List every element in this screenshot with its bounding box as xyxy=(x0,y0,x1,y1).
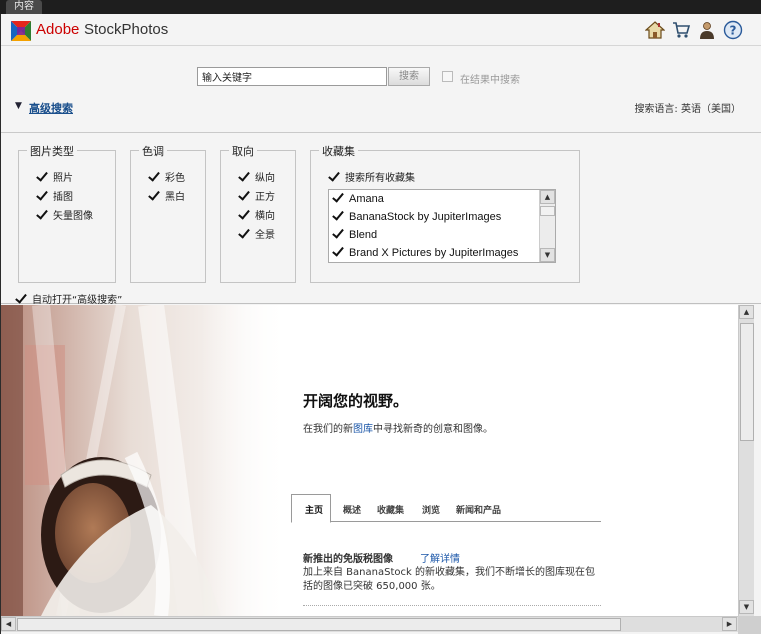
auto-open-advanced-option[interactable]: 自动打开“高级搜索” xyxy=(15,291,122,306)
learn-more-link[interactable]: 了解详情 xyxy=(420,550,460,565)
check-icon[interactable] xyxy=(15,293,27,305)
logo-mark-icon xyxy=(11,21,31,41)
collections-list[interactable]: Amana BananaStock by JupiterImages Blend… xyxy=(328,189,556,263)
tab-home[interactable]: 主页 xyxy=(305,503,323,516)
option-photo[interactable]: 照片 xyxy=(36,169,73,184)
scroll-right-icon[interactable]: ▶ xyxy=(722,617,737,631)
content-tabs: 主页 概述 收藏集 浏览 新闻和产品 xyxy=(291,492,601,523)
option-color[interactable]: 彩色 xyxy=(148,169,185,184)
tab-content[interactable]: 内容 xyxy=(6,0,42,14)
check-icon[interactable] xyxy=(36,171,48,183)
scroll-thumb[interactable] xyxy=(740,323,754,441)
hero-photo xyxy=(1,305,289,616)
orientation-group: 取向 纵向 正方 横向 全景 xyxy=(220,143,296,283)
scrollbar-corner xyxy=(738,616,761,634)
option-bw[interactable]: 黑白 xyxy=(148,188,185,203)
home-icon[interactable] xyxy=(645,20,665,40)
header-bar: Adobe StockPhotos ? xyxy=(1,14,761,46)
group-title: 图片类型 xyxy=(27,143,77,159)
check-icon[interactable] xyxy=(332,228,344,240)
check-icon[interactable] xyxy=(148,190,160,202)
option-panorama[interactable]: 全景 xyxy=(238,226,275,241)
list-scrollbar[interactable]: ▲ ▼ xyxy=(539,190,555,262)
option-illustration[interactable]: 插图 xyxy=(36,188,73,203)
check-icon[interactable] xyxy=(238,209,250,221)
scroll-down-icon[interactable]: ▼ xyxy=(540,248,555,262)
search-language-label: 搜索语言: 英语（美国） xyxy=(634,104,741,115)
subtitle: 在我们的新图库中寻找新奇的创意和图像。 xyxy=(303,420,493,435)
subtitle-text: 中寻找新奇的创意和图像。 xyxy=(373,424,493,435)
check-icon[interactable] xyxy=(238,228,250,240)
search-button[interactable]: 搜索 xyxy=(388,67,430,86)
check-icon[interactable] xyxy=(148,171,160,183)
news-body: 加上来自 BananaStock 的新收藏集，我们不断增长的图库现在包括的图像已… xyxy=(303,567,595,592)
content-area: 开阔您的视野。 在我们的新图库中寻找新奇的创意和图像。 主页 概述 收藏集 浏览… xyxy=(1,305,738,616)
svg-text:?: ? xyxy=(730,24,737,38)
vertical-scrollbar[interactable]: ▲ ▼ xyxy=(738,305,754,616)
image-type-group: 图片类型 照片 插图 矢量图像 xyxy=(18,143,116,283)
user-icon[interactable] xyxy=(697,20,717,40)
tab-browse[interactable]: 浏览 xyxy=(422,503,440,516)
group-title: 色调 xyxy=(139,143,167,159)
cart-icon[interactable] xyxy=(671,20,691,40)
group-title: 取向 xyxy=(229,143,257,159)
gallery-link[interactable]: 图库 xyxy=(353,424,373,435)
scroll-thumb[interactable] xyxy=(17,618,621,631)
check-icon[interactable] xyxy=(332,210,344,222)
scroll-left-icon[interactable]: ◀ xyxy=(1,617,16,631)
news-title: 新推出的免版税图像 xyxy=(303,554,393,565)
scroll-thumb[interactable] xyxy=(540,206,555,216)
list-item[interactable]: BananaStock by JupiterImages xyxy=(329,208,555,226)
subtitle-text: 在我们的新 xyxy=(303,424,353,435)
check-icon[interactable] xyxy=(332,192,344,204)
tab-overview[interactable]: 概述 xyxy=(343,503,361,516)
option-all-collections[interactable]: 搜索所有收藏集 xyxy=(328,169,415,184)
search-input[interactable] xyxy=(197,67,387,86)
brand-adobe: Adobe xyxy=(36,21,80,38)
list-item[interactable]: Amana xyxy=(329,190,555,208)
option-vector[interactable]: 矢量图像 xyxy=(36,207,93,222)
scroll-up-icon[interactable]: ▲ xyxy=(739,305,754,319)
horizontal-scrollbar[interactable]: ◀ ▶ xyxy=(1,616,738,632)
list-item[interactable]: Blend xyxy=(329,226,555,244)
group-title: 收藏集 xyxy=(319,143,358,159)
check-icon[interactable] xyxy=(238,190,250,202)
check-icon[interactable] xyxy=(332,246,344,258)
scroll-up-icon[interactable]: ▲ xyxy=(540,190,555,204)
search-within-checkbox[interactable] xyxy=(442,71,453,82)
collapse-arrow-icon[interactable]: ▼ xyxy=(15,101,22,111)
color-group: 色调 彩色 黑白 xyxy=(130,143,206,283)
advanced-search-link[interactable]: 高级搜索 xyxy=(29,100,73,116)
divider xyxy=(303,605,601,606)
page-title: 开阔您的视野。 xyxy=(303,392,409,410)
check-icon[interactable] xyxy=(36,190,48,202)
option-portrait[interactable]: 纵向 xyxy=(238,169,275,184)
check-icon[interactable] xyxy=(328,171,340,183)
collections-group: 收藏集 搜索所有收藏集 Amana BananaStock by Jupiter… xyxy=(310,143,580,283)
brand-product: StockPhotos xyxy=(84,21,169,38)
list-item[interactable]: Brand X Pictures by JupiterImages xyxy=(329,244,555,262)
search-within-label: 在结果中搜索 xyxy=(460,75,520,86)
tab-strip: 内容 xyxy=(0,0,761,14)
check-icon[interactable] xyxy=(36,209,48,221)
option-square[interactable]: 正方 xyxy=(238,188,275,203)
check-icon[interactable] xyxy=(238,171,250,183)
search-area: 搜索 在结果中搜索 ▼ 高级搜索 搜索语言: 英语（美国） xyxy=(1,47,761,133)
scroll-down-icon[interactable]: ▼ xyxy=(739,600,754,614)
tab-collections[interactable]: 收藏集 xyxy=(377,503,404,516)
stock-photos-panel: Adobe StockPhotos ? 搜索 在结果中搜索 ▼ 高级搜索 搜索语… xyxy=(1,14,761,634)
tab-news[interactable]: 新闻和产品 xyxy=(456,503,501,516)
option-landscape[interactable]: 横向 xyxy=(238,207,275,222)
advanced-filter-area: 图片类型 照片 插图 矢量图像 色调 彩色 黑白 取向 纵向 正方 横向 全景 … xyxy=(1,134,761,306)
help-icon[interactable]: ? xyxy=(723,20,743,40)
